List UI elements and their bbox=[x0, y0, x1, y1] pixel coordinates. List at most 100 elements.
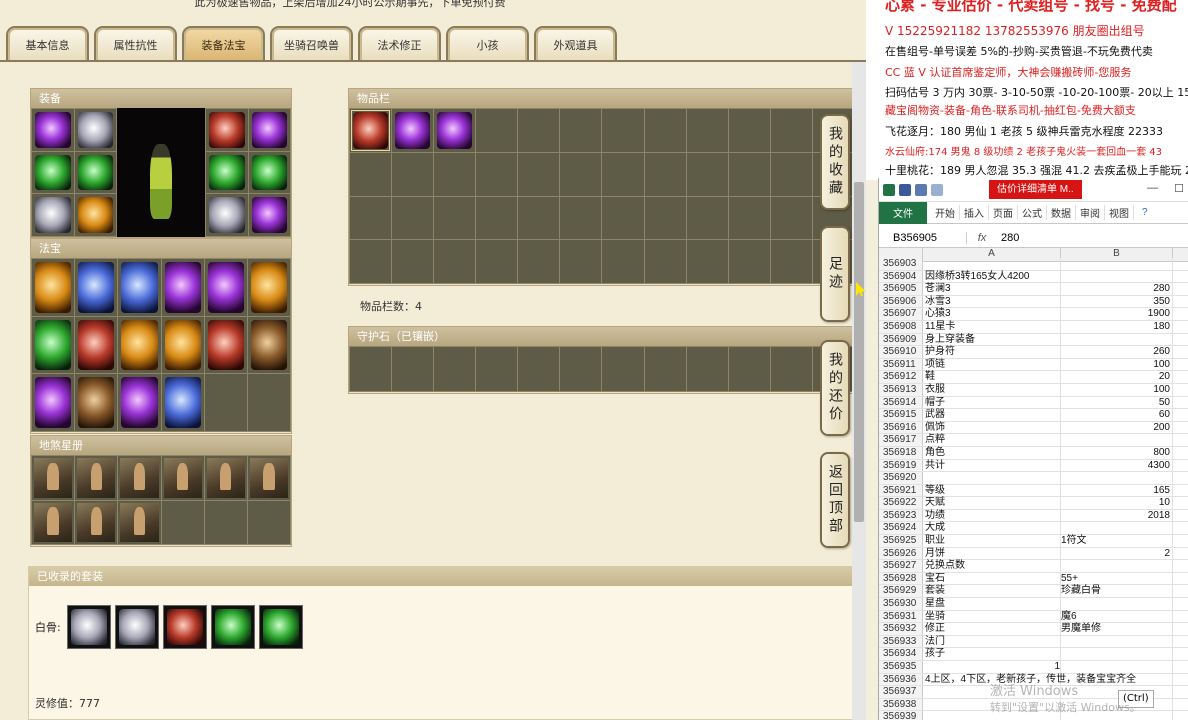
row-number[interactable]: 356908 bbox=[879, 320, 923, 333]
cell-a[interactable]: 项链 bbox=[923, 358, 1061, 371]
fabao-slot[interactable] bbox=[32, 374, 75, 431]
cell-b[interactable] bbox=[1061, 698, 1173, 711]
dishaxingce-slot[interactable] bbox=[118, 456, 161, 500]
row-number[interactable]: 356935 bbox=[879, 661, 923, 673]
cell-a[interactable]: 苍澜3 bbox=[923, 283, 1061, 295]
my-counteroffer-button[interactable]: 我的还价 bbox=[820, 340, 850, 436]
equipment-slot[interactable] bbox=[32, 151, 74, 194]
scrollbar-thumb[interactable] bbox=[854, 182, 864, 522]
cell-a[interactable]: 身上穿装备 bbox=[923, 333, 1061, 346]
dishaxingce-slot[interactable] bbox=[32, 500, 75, 544]
cell-b[interactable] bbox=[1061, 560, 1173, 572]
save-icon[interactable] bbox=[899, 183, 911, 196]
cell-a[interactable] bbox=[923, 258, 1061, 270]
cell-a[interactable]: 点粹 bbox=[923, 434, 1061, 446]
cell-a[interactable]: 套装 bbox=[923, 585, 1061, 598]
row-number[interactable]: 356931 bbox=[879, 610, 923, 623]
cell-b[interactable] bbox=[1061, 711, 1173, 720]
row-number[interactable]: 356926 bbox=[879, 547, 923, 560]
row-number[interactable]: 356918 bbox=[879, 446, 923, 459]
bag-slot[interactable] bbox=[350, 109, 392, 152]
file-tab[interactable]: 文件 bbox=[879, 201, 927, 224]
tab-attributes[interactable]: 属性抗性 bbox=[94, 26, 177, 62]
ribbon-tab-home[interactable]: 开始 bbox=[931, 205, 960, 220]
row-number[interactable]: 356911 bbox=[879, 358, 923, 371]
row-number[interactable]: 356909 bbox=[879, 333, 923, 346]
formula-input[interactable]: 280 bbox=[997, 232, 1019, 244]
undo-icon[interactable] bbox=[915, 183, 927, 196]
cell-a[interactable]: 等级 bbox=[923, 484, 1061, 497]
cell-a[interactable]: 职业 bbox=[923, 535, 1061, 547]
equipment-slot[interactable] bbox=[248, 194, 290, 236]
row-number[interactable]: 356913 bbox=[879, 383, 923, 396]
row-number[interactable]: 356937 bbox=[879, 686, 923, 698]
ribbon-tab-review[interactable]: 审阅 bbox=[1076, 205, 1105, 220]
row-number[interactable]: 356917 bbox=[879, 434, 923, 446]
cell-a[interactable]: 月饼 bbox=[923, 547, 1061, 560]
maximize-icon[interactable]: ☐ bbox=[1174, 182, 1184, 195]
dishaxingce-slot[interactable] bbox=[75, 500, 118, 544]
cell-a[interactable]: 4上区，4下区，老新孩子，传世，装备宝宝齐全 bbox=[923, 673, 1136, 686]
row-number[interactable]: 356915 bbox=[879, 409, 923, 421]
row-number[interactable]: 356924 bbox=[879, 522, 923, 535]
dishaxingce-slot[interactable] bbox=[75, 456, 118, 500]
cell-b[interactable]: 165 bbox=[1061, 484, 1173, 497]
cell-a[interactable]: 孩子 bbox=[923, 648, 1061, 660]
cell-b[interactable] bbox=[1061, 673, 1173, 686]
my-favorites-button[interactable]: 我的收藏 bbox=[820, 114, 850, 210]
cell-a[interactable]: 1 bbox=[923, 661, 1061, 673]
fabao-slot[interactable] bbox=[118, 316, 161, 374]
set-item[interactable] bbox=[259, 605, 303, 649]
set-item[interactable] bbox=[163, 605, 207, 649]
cell-b[interactable] bbox=[1061, 661, 1173, 673]
row-number[interactable]: 356912 bbox=[879, 371, 923, 383]
equipment-slot[interactable] bbox=[206, 151, 248, 194]
cell-a[interactable]: 共计 bbox=[923, 459, 1061, 472]
fabao-slot[interactable] bbox=[161, 316, 204, 374]
cell-b[interactable]: 100 bbox=[1061, 358, 1173, 371]
page-scrollbar[interactable] bbox=[852, 62, 866, 720]
equipment-slot[interactable] bbox=[74, 109, 116, 151]
cell-a[interactable]: 冰雪3 bbox=[923, 295, 1061, 308]
cell-b[interactable] bbox=[1061, 258, 1173, 270]
row-number[interactable]: 356916 bbox=[879, 421, 923, 434]
ribbon-tab-data[interactable]: 数据 bbox=[1047, 205, 1076, 220]
cell-a[interactable]: 角色 bbox=[923, 446, 1061, 459]
row-number[interactable]: 356930 bbox=[879, 598, 923, 610]
cell-a[interactable]: 法门 bbox=[923, 635, 1061, 648]
dishaxingce-slot[interactable] bbox=[32, 456, 75, 500]
tab-children[interactable]: 小孩 bbox=[446, 26, 529, 62]
fabao-slot[interactable] bbox=[32, 316, 75, 374]
cell-b[interactable]: 2 bbox=[1061, 547, 1173, 560]
cell-b[interactable]: 1符文 bbox=[1061, 535, 1173, 547]
tab-appearance[interactable]: 外观道具 bbox=[534, 26, 617, 62]
row-number[interactable]: 356927 bbox=[879, 560, 923, 572]
cell-b[interactable]: 260 bbox=[1061, 346, 1173, 358]
row-number[interactable]: 356939 bbox=[879, 711, 923, 720]
tab-spells[interactable]: 法术修正 bbox=[358, 26, 441, 62]
row-number[interactable]: 356907 bbox=[879, 308, 923, 320]
set-item[interactable] bbox=[211, 605, 255, 649]
cell-b[interactable]: 800 bbox=[1061, 446, 1173, 459]
cell-b[interactable]: 180 bbox=[1061, 320, 1173, 333]
fabao-slot[interactable] bbox=[118, 374, 161, 431]
row-number[interactable]: 356922 bbox=[879, 497, 923, 509]
cell-a[interactable]: 帽子 bbox=[923, 396, 1061, 409]
ribbon-tab-view[interactable]: 视图 bbox=[1105, 205, 1134, 220]
fabao-slot[interactable] bbox=[247, 259, 290, 316]
fabao-slot[interactable] bbox=[204, 259, 247, 316]
dishaxingce-slot[interactable] bbox=[118, 500, 161, 544]
row-number[interactable]: 356938 bbox=[879, 698, 923, 711]
dishaxingce-slot[interactable] bbox=[161, 456, 204, 500]
fabao-slot[interactable] bbox=[247, 316, 290, 374]
set-item[interactable] bbox=[67, 605, 111, 649]
row-number[interactable]: 356919 bbox=[879, 459, 923, 472]
redo-icon[interactable] bbox=[931, 183, 943, 196]
equipment-slot[interactable] bbox=[248, 109, 290, 151]
cell-b[interactable]: 280 bbox=[1061, 283, 1173, 295]
cell-a[interactable]: 功绩 bbox=[923, 509, 1061, 522]
cell-b[interactable]: 60 bbox=[1061, 409, 1173, 421]
cell-b[interactable] bbox=[1061, 434, 1173, 446]
row-number[interactable]: 356921 bbox=[879, 484, 923, 497]
cell-a[interactable]: 宝石 bbox=[923, 572, 1061, 585]
